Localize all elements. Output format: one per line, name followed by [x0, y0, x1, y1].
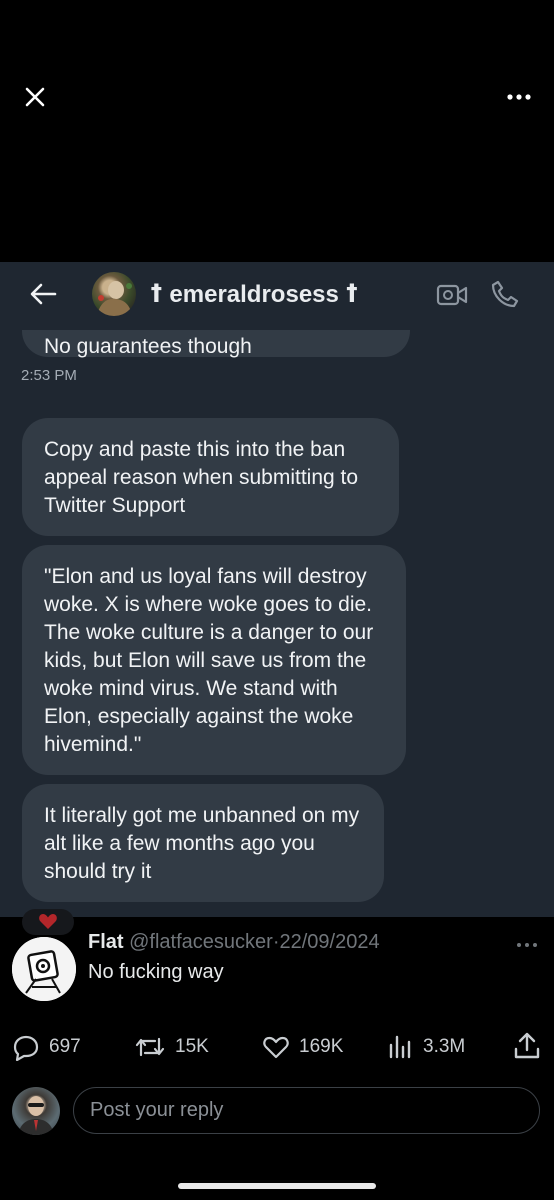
media-viewer-topbar — [0, 0, 554, 262]
video-call-button — [436, 282, 468, 308]
contact-avatar — [92, 272, 136, 316]
repost-count: 15K — [175, 1036, 209, 1057]
author-name[interactable]: Flat — [88, 931, 124, 953]
reply-input[interactable] — [73, 1087, 540, 1134]
close-icon — [25, 87, 45, 107]
author-handle[interactable]: @flatfacesucker — [129, 931, 273, 953]
message-reaction — [22, 909, 74, 935]
post-meta: Flat @flatfacesucker·22/09/2024 — [88, 931, 380, 954]
message-timestamp: 2:53 PM — [21, 367, 77, 384]
video-call-icon — [436, 284, 468, 306]
phone-call-button — [490, 279, 520, 309]
message-bubble: "Elon and us loyal fans will destroy wok… — [22, 545, 406, 775]
arrow-left-icon — [30, 283, 57, 305]
message-text-partial: No guarantees though — [44, 335, 252, 358]
share-icon — [514, 1032, 540, 1059]
like-button[interactable]: 169K — [262, 1029, 343, 1065]
author-avatar[interactable] — [12, 937, 76, 1001]
reply-composer — [0, 1085, 554, 1139]
heart-icon — [263, 1036, 289, 1059]
post[interactable]: Flat @flatfacesucker·22/09/2024 No fucki… — [0, 909, 554, 1200]
meta-separator: · — [272, 931, 280, 953]
share-button[interactable] — [512, 1031, 542, 1061]
dm-screenshot-image[interactable]: ꝉ emeraldrosess ꝉ No guarantees though 2… — [0, 262, 554, 917]
like-count: 169K — [299, 1036, 344, 1057]
post-date[interactable]: 22/09/2024 — [280, 931, 380, 953]
view-count: 3.3M — [423, 1036, 466, 1057]
reply-button[interactable]: 697 — [12, 1029, 81, 1065]
message-bubble: It literally got me unbanned on my alt l… — [22, 784, 384, 902]
views-button[interactable]: 3.3M — [388, 1029, 465, 1065]
dm-header: ꝉ emeraldrosess ꝉ — [0, 262, 554, 330]
post-actions: 697 15K 169K 3.3M — [0, 1029, 554, 1069]
post-more-button[interactable] — [514, 937, 540, 947]
back-button — [28, 282, 58, 306]
close-button[interactable] — [22, 84, 48, 110]
reply-count: 697 — [49, 1036, 81, 1057]
heart-icon — [39, 914, 57, 929]
more-horizontal-icon — [517, 943, 537, 947]
more-horizontal-icon — [507, 94, 531, 100]
reply-icon — [13, 1035, 39, 1061]
more-options-button[interactable] — [502, 86, 536, 108]
message-bubble: Copy and paste this into the ban appeal … — [22, 418, 399, 536]
repost-button[interactable]: 15K — [134, 1029, 209, 1065]
home-indicator — [178, 1183, 376, 1189]
contact-name: ꝉ emeraldrosess ꝉ — [150, 281, 359, 308]
phone-icon — [491, 280, 519, 308]
views-icon — [389, 1035, 411, 1059]
post-text: No fucking way — [88, 961, 224, 983]
repost-icon — [135, 1037, 165, 1057]
current-user-avatar[interactable] — [12, 1087, 60, 1135]
